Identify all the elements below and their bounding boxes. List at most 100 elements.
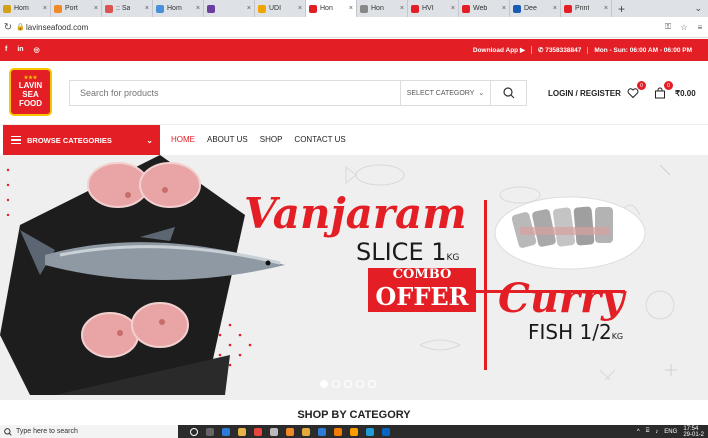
tab-favicon-icon [3,4,11,13]
xampp-icon[interactable] [334,427,342,436]
key-icon[interactable]: ⚿ [660,22,676,32]
tab-label: Dee [524,5,537,12]
carousel-dot-1[interactable] [320,380,328,388]
search-input[interactable] [70,88,400,98]
social-links: f in ◎ [0,46,40,54]
browser-tab[interactable]: :: Sa × [102,0,153,17]
url-field[interactable]: lavinseafood.com [26,23,660,32]
cortana-icon[interactable] [190,427,198,436]
banner-unit-kg: KG [446,253,460,263]
lock-icon[interactable]: 🔒 [16,23,26,31]
tab-favicon-icon [411,4,419,13]
browser-tab[interactable]: HVI × [408,0,459,17]
browser-tab[interactable]: Print × [561,0,612,17]
edge-icon[interactable] [222,427,230,436]
browser-tab[interactable]: Hon × [306,0,357,17]
tab-close-icon[interactable]: × [451,5,455,12]
wishlist-button[interactable]: 0 [627,81,646,100]
browse-categories-button[interactable]: BROWSE CATEGORIES ⌄ [3,125,160,155]
carousel-dot-2[interactable] [332,380,340,388]
logo-line-2: SEA [22,90,39,99]
photoshop-icon[interactable] [382,427,390,436]
nav-link-home[interactable]: HOME [171,135,195,144]
browser-tab[interactable]: UDI × [255,0,306,17]
language-indicator[interactable]: ENG [664,429,677,435]
tab-close-icon[interactable]: × [43,5,47,12]
browser-tab[interactable]: Hon × [357,0,408,17]
tab-close-icon[interactable]: × [196,5,200,12]
search-button[interactable] [490,81,526,105]
reading-list-icon[interactable]: ≡ [692,23,708,32]
tab-label: Web [473,5,488,12]
app-icon[interactable] [366,427,374,436]
tab-close-icon[interactable]: × [604,5,608,12]
task-view-icon[interactable] [206,427,214,436]
browser-tab[interactable]: × [204,0,255,17]
vlc-icon[interactable] [286,427,294,436]
tab-close-icon[interactable]: × [247,5,251,12]
opening-hours: Mon - Sun: 06:00 AM - 06:00 PM [587,46,698,54]
reload-icon[interactable]: ↻ [0,22,16,33]
chevron-up-icon[interactable]: ^ [637,429,640,435]
cart-total[interactable]: ₹0.00 [675,89,696,98]
browser-tab[interactable]: Port × [51,0,102,17]
taskbar-apps [190,427,390,436]
nav-link-about[interactable]: ABOUT US [207,135,248,144]
nav-link-shop[interactable]: SHOP [260,135,283,144]
tab-close-icon[interactable]: × [400,5,404,12]
illustrator-icon[interactable] [350,427,358,436]
tab-close-icon[interactable]: × [94,5,98,12]
vscode-icon[interactable] [318,427,326,436]
carousel-dot-4[interactable] [356,380,364,388]
instagram-icon[interactable]: ◎ [34,46,40,54]
facebook-icon[interactable]: f [5,46,7,54]
star-icon[interactable]: ☆ [676,23,692,32]
carousel-dot-3[interactable] [344,380,352,388]
volume-icon[interactable]: ♪ [655,429,658,435]
sublime-icon[interactable] [302,427,310,436]
tab-close-icon[interactable]: × [502,5,506,12]
download-app-link[interactable]: Download App ▶ [467,46,531,54]
shopping-bag-icon [655,87,665,99]
tab-label: Port [65,5,78,12]
network-icon[interactable]: ⌸ [646,428,650,435]
tab-favicon-icon [513,4,521,13]
login-register-link[interactable]: LOGIN / REGISTER [548,89,621,98]
wishlist-count-badge: 0 [637,81,646,90]
banner-title-curry: Curry [498,275,625,322]
clock[interactable]: 17:54 29-01-2 [683,426,704,438]
browser-tab[interactable]: Hom × [0,0,51,17]
carousel-dot-5[interactable] [368,380,376,388]
browser-tab[interactable]: Web × [459,0,510,17]
address-bar: ↻ 🔒 lavinseafood.com ⚿ ☆ ≡ [0,17,708,38]
section-title: SHOP BY CATEGORY [0,400,708,421]
category-select[interactable]: SELECT CATEGORY ⌄ [400,81,490,105]
download-app-label: Download App ▶ [472,47,525,54]
system-tray: ^ ⌸ ♪ ENG 17:54 29-01-2 [637,426,708,438]
chrome-icon[interactable] [254,427,262,436]
tab-search-icon[interactable]: ⌄ [694,3,708,14]
offer-label: OFFER [375,282,469,311]
tab-close-icon[interactable]: × [145,5,149,12]
tab-close-icon[interactable]: × [349,5,353,12]
tab-close-icon[interactable]: × [298,5,302,12]
linkedin-icon[interactable]: in [17,46,23,54]
taskbar-search[interactable]: Type here to search [0,425,178,438]
tab-close-icon[interactable]: × [553,5,557,12]
banner-fish-text: FISH 1/2KG [528,321,623,348]
cart-button[interactable]: 0 [654,81,673,100]
browser-tab[interactable]: Hom × [153,0,204,17]
nav-link-contact[interactable]: CONTACT US [294,135,345,144]
hero-banner[interactable]: Vanjaram SLICE 1KG COMBO OFFER Curry FIS… [0,155,708,400]
tab-label: UDI [269,5,282,12]
nav-links: HOME ABOUT US SHOP CONTACT US [171,135,346,144]
tab-favicon-icon [54,4,62,13]
file-explorer-icon[interactable] [238,427,246,436]
new-tab-button[interactable]: + [618,2,625,16]
store-icon[interactable] [270,427,278,436]
phone-number[interactable]: ✆ 7358338847 [530,46,587,54]
site-logo[interactable]: ★★★ LAVIN SEA FOOD [9,68,52,116]
top-bar-info: Download App ▶ ✆ 7358338847 Mon - Sun: 0… [467,46,708,54]
clock-date: 29-01-2 [683,431,704,438]
browser-tab[interactable]: Dee × [510,0,561,17]
